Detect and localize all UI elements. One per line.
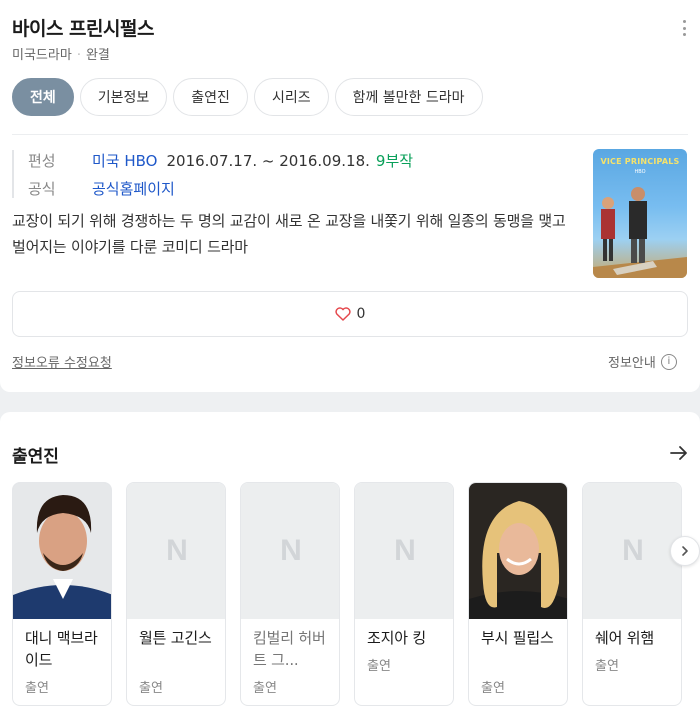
cast-name: 조지아 킹 bbox=[367, 629, 426, 647]
divider bbox=[12, 134, 688, 135]
placeholder-logo-icon: N bbox=[280, 534, 302, 567]
like-button[interactable]: 0 bbox=[12, 291, 688, 337]
cast-photo-placeholder: N bbox=[241, 483, 339, 619]
cast-name: 월튼 고긴스 bbox=[139, 629, 212, 647]
poster-artwork bbox=[593, 187, 687, 278]
cast-card[interactable]: N 쉐어 위햄 출연 bbox=[582, 482, 682, 706]
cast-name: 쉐어 위햄 bbox=[595, 629, 654, 647]
broadcast-dates: 2016.07.17. ~ 2016.09.18. bbox=[166, 151, 370, 170]
tab-all[interactable]: 전체 bbox=[12, 78, 74, 116]
cast-photo-placeholder: N bbox=[583, 483, 681, 619]
cast-section-title: 출연진 bbox=[12, 447, 59, 467]
subtitle: 미국드라마 · 완결 bbox=[12, 48, 110, 63]
poster-image[interactable]: VICE PRINCIPALS HBO bbox=[593, 149, 687, 278]
cast-name: 부시 필립스 bbox=[481, 629, 554, 647]
cast-list: 대니 맥브라이드 출연 N 월튼 고긴스 출연 N 킴벌리 허버트 그... 출… bbox=[12, 482, 700, 706]
tab-related-dramas[interactable]: 함께 볼만한 드라마 bbox=[334, 78, 483, 116]
cast-role: 출연 bbox=[595, 659, 619, 674]
cast-card[interactable]: N 킴벌리 허버트 그... 출연 bbox=[240, 482, 340, 706]
cast-card[interactable]: 부시 필립스 출연 bbox=[468, 482, 568, 706]
report-error-link[interactable]: 정보오류 수정요청 bbox=[12, 352, 112, 371]
status-label: 완결 bbox=[85, 48, 110, 63]
cast-photo bbox=[13, 483, 111, 619]
cast-role: 출연 bbox=[481, 681, 505, 696]
cast-photo-placeholder: N bbox=[355, 483, 453, 619]
description: 교장이 되기 위해 경쟁하는 두 명의 교감이 새로 온 교장을 내쫓기 위해 … bbox=[12, 212, 566, 256]
cast-role: 출연 bbox=[253, 681, 277, 696]
cast-name: 킴벌리 허버트 그... bbox=[253, 629, 326, 669]
cast-card[interactable]: N 월튼 고긴스 출연 bbox=[126, 482, 226, 706]
episode-count: 9부작 bbox=[375, 152, 414, 170]
official-label: 공식 bbox=[28, 180, 56, 198]
info-guide-label: 정보안내 bbox=[608, 356, 656, 371]
person-photo-icon bbox=[13, 483, 111, 619]
drama-info-card: 바이스 프린시펄스 미국드라마 · 완결 전체 기본정보 출연진 시리즈 함께 볼만… bbox=[0, 0, 700, 392]
cast-card[interactable]: N 조지아 킹 출연 bbox=[354, 482, 454, 706]
placeholder-logo-icon: N bbox=[394, 534, 416, 567]
person-photo-icon bbox=[469, 483, 567, 619]
more-options-icon[interactable] bbox=[676, 18, 692, 38]
cast-photo bbox=[469, 483, 567, 619]
arrow-right-icon[interactable] bbox=[668, 442, 690, 464]
cast-role: 출연 bbox=[367, 659, 391, 674]
chevron-right-icon bbox=[682, 546, 688, 556]
cast-card[interactable]: 대니 맥브라이드 출연 bbox=[12, 482, 112, 706]
placeholder-logo-icon: N bbox=[166, 534, 188, 567]
info-guide-button[interactable]: 정보안내 i bbox=[608, 352, 677, 371]
official-homepage-link[interactable]: 공식홈페이지 bbox=[92, 178, 175, 199]
like-count: 0 bbox=[356, 306, 366, 322]
tab-bar: 전체 기본정보 출연진 시리즈 함께 볼만한 드라마 bbox=[12, 78, 483, 116]
broadcast-row: 편성 미국 HBO 2016.07.17. ~ 2016.09.18. 9부작 bbox=[28, 150, 413, 171]
broadcast-label: 편성 bbox=[28, 152, 56, 170]
tab-basic-info[interactable]: 기본정보 bbox=[79, 78, 168, 116]
carousel-next-button[interactable] bbox=[670, 536, 700, 566]
heart-icon bbox=[334, 307, 351, 321]
cast-section: 출연진 대니 맥브라이드 출연 N 월튼 고긴스 출연 N 킴벌리 허버트 그.… bbox=[0, 412, 700, 718]
cast-role: 출연 bbox=[25, 681, 49, 696]
tab-cast[interactable]: 출연진 bbox=[173, 78, 248, 116]
category-label: 미국드라마 bbox=[12, 48, 72, 63]
cast-photo-placeholder: N bbox=[127, 483, 225, 619]
info-icon: i bbox=[660, 353, 677, 370]
tab-series[interactable]: 시리즈 bbox=[253, 78, 329, 116]
info-accent-bar bbox=[12, 150, 14, 198]
cast-role: 출연 bbox=[139, 681, 163, 696]
page-title: 바이스 프린시펄스 bbox=[12, 18, 154, 40]
network-link[interactable]: 미국 HBO bbox=[92, 150, 157, 171]
cast-name: 대니 맥브라이드 bbox=[25, 629, 98, 669]
official-row: 공식 공식홈페이지 bbox=[28, 178, 175, 199]
placeholder-logo-icon: N bbox=[622, 534, 644, 567]
